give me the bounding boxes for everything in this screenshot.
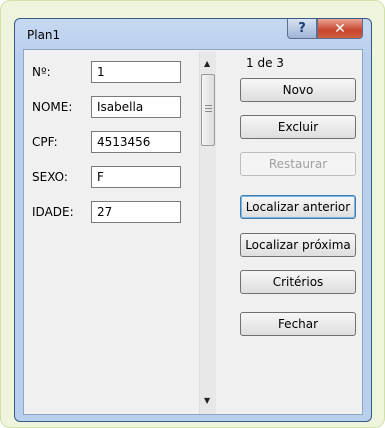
grip-line — [205, 111, 212, 112]
grip-line — [205, 105, 212, 106]
help-button[interactable]: ? — [287, 19, 317, 39]
close-icon: ✕ — [334, 20, 346, 37]
window-title: Plan1 — [27, 28, 61, 42]
grip-line — [205, 108, 212, 109]
label-cpf: CPF: — [32, 135, 58, 149]
localizar-proxima-button[interactable]: Localizar próxima — [240, 233, 356, 257]
numero-field[interactable]: 1 — [91, 61, 181, 83]
restaurar-button[interactable]: Restaurar — [240, 152, 356, 176]
sexo-field[interactable]: F — [91, 166, 181, 188]
form-area: Nº: 1 NOME: Isabella CPF: 4513456 SEXO: … — [23, 49, 363, 415]
nome-field[interactable]: Isabella — [91, 96, 181, 118]
localizar-anterior-button[interactable]: Localizar anterior — [240, 195, 356, 219]
novo-button[interactable]: Novo — [240, 78, 356, 102]
fechar-button[interactable]: Fechar — [240, 312, 356, 336]
criterios-button[interactable]: Critérios — [240, 270, 356, 294]
label-nome: NOME: — [32, 100, 73, 114]
scroll-down-icon[interactable]: ▼ — [204, 396, 210, 405]
scroll-up-icon[interactable]: ▲ — [204, 59, 210, 68]
close-button[interactable]: ✕ — [317, 19, 363, 39]
cpf-field[interactable]: 4513456 — [91, 131, 181, 153]
title-bar: Plan1 ? ✕ — [15, 19, 371, 49]
scroll-thumb[interactable] — [201, 74, 215, 146]
label-idade: IDADE: — [32, 205, 74, 219]
question-icon: ? — [298, 21, 306, 36]
label-numero: Nº: — [32, 65, 51, 79]
record-scrollbar[interactable]: ▲ ▼ — [199, 52, 216, 414]
idade-field[interactable]: 27 — [91, 201, 181, 223]
record-counter: 1 de 3 — [246, 56, 284, 70]
dialog-window: Plan1 ? ✕ Nº: 1 NOME: Isabella CPF: 4513… — [14, 18, 372, 422]
excluir-button[interactable]: Excluir — [240, 115, 356, 139]
label-sexo: SEXO: — [32, 170, 68, 184]
